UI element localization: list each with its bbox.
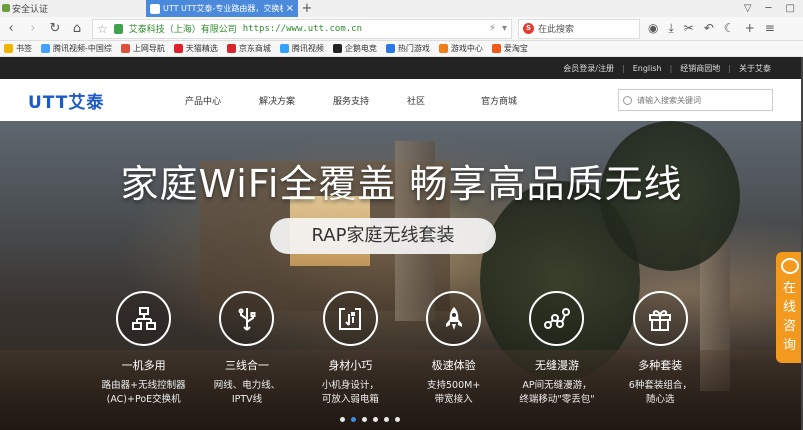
lock-icon — [2, 4, 10, 12]
game-icon[interactable]: ◉ — [648, 21, 658, 36]
penguin-esports-icon — [332, 44, 342, 53]
new-tab-button[interactable]: + — [298, 1, 316, 16]
small-device-icon — [322, 291, 378, 346]
feature-item: 多种套装 6种套装组合， 随心选 — [609, 291, 712, 407]
tab-active[interactable]: UTT UTT艾泰-专业路由器，交换机，防火 × — [146, 0, 298, 17]
bookmark-item[interactable]: 游戏中心 — [438, 43, 483, 54]
browser-title-bar: 安全认证 UTT UTT艾泰-专业路由器，交换机，防火 × + ▽ ─ □ — [0, 0, 803, 17]
bookmark-item[interactable]: 腾讯视频 — [279, 43, 324, 54]
forward-icon[interactable]: › — [22, 21, 44, 36]
tab-close-icon[interactable]: × — [286, 3, 294, 14]
site-search-input[interactable] — [637, 95, 757, 105]
roaming-icon — [529, 291, 585, 346]
feature-list: 一机多用 路由器+无线控制器 (AC)+PoE交换机 三线合一 网线、电力线、 IP… — [92, 291, 712, 407]
site-search-box[interactable] — [618, 89, 773, 111]
jd-icon — [226, 44, 236, 53]
security-indicator[interactable]: 安全认证 — [0, 2, 146, 15]
site-header: UTT艾泰 产品中心 解决方案 服务支持 社区 官方商城 — [0, 79, 803, 121]
dealer-link[interactable]: 经销商园地 — [680, 63, 720, 74]
carousel-dot[interactable] — [384, 417, 389, 422]
nav-store[interactable]: 官方商城 — [481, 94, 555, 107]
browser-nav-bar: ‹ › ↻ ⌂ ☆ 艾泰科技（上海）有限公司 https://www.utt.c… — [0, 17, 803, 41]
carousel-dot[interactable] — [395, 417, 400, 422]
login-link[interactable]: 会员登录/注册 — [563, 63, 614, 74]
bookmark-star-icon — [4, 44, 13, 53]
minimize-icon[interactable]: ─ — [766, 3, 772, 14]
download-icon[interactable]: ⤓ — [668, 21, 673, 36]
home-icon[interactable]: ⌂ — [66, 21, 88, 36]
main-nav: 产品中心 解决方案 服务支持 社区 官方商城 — [185, 94, 555, 107]
grid-icon — [116, 291, 172, 346]
bookmark-item[interactable]: 企鹅电竞 — [332, 43, 377, 54]
taobao-icon — [491, 44, 501, 53]
site-top-links: 会员登录/注册 | English | 经销商园地 | 关于艾泰 — [0, 57, 803, 79]
shield-icon — [113, 23, 123, 34]
carousel-dot[interactable] — [373, 417, 378, 422]
chat-bubble-icon — [780, 258, 799, 274]
about-link[interactable]: 关于艾泰 — [739, 63, 771, 74]
refresh-icon[interactable]: ↻ — [44, 21, 66, 36]
tmall-icon — [173, 44, 183, 53]
carousel-dot-active[interactable] — [351, 417, 356, 422]
back-icon[interactable]: ‹ — [0, 21, 22, 36]
rocket-icon — [426, 291, 482, 346]
favicon-icon — [150, 3, 160, 14]
carousel-dot[interactable] — [340, 417, 345, 422]
bookmarks-bar: 书签 腾讯视频-中国综 上网导航 天猫精选 京东商城 腾讯视频 企鹅电竞 热门游… — [0, 41, 803, 57]
feature-item: 身材小巧 小机身设计， 可放入弱电箱 — [299, 291, 402, 407]
night-mode-icon[interactable]: ☾ — [724, 21, 735, 36]
star-icon[interactable]: ☆ — [97, 22, 108, 36]
address-bar[interactable]: ☆ 艾泰科技（上海）有限公司 https://www.utt.com.cn ⚡ … — [92, 18, 512, 39]
window-menu-icon[interactable]: ▽ — [744, 3, 752, 14]
online-consult-button[interactable]: 在 线 咨 询 — [776, 252, 803, 363]
nav-solutions[interactable]: 解决方案 — [259, 94, 333, 107]
banner-cta-button[interactable]: RAP家庭无线套装 — [270, 218, 496, 254]
feature-item: 无缝漫游 AP间无缝漫游， 终端移动"零丢包" — [505, 291, 608, 407]
usb-icon — [219, 291, 275, 346]
feature-item: 一机多用 路由器+无线控制器 (AC)+PoE交换机 — [92, 291, 195, 407]
feature-item: 极速体验 支持500M+ 带宽接入 — [402, 291, 505, 407]
gift-icon — [632, 291, 688, 346]
bookmark-item[interactable]: 京东商城 — [226, 43, 271, 54]
navigation-icon — [120, 44, 130, 53]
lightning-icon[interactable]: ⚡ — [489, 23, 496, 34]
maximize-icon[interactable]: □ — [786, 3, 795, 14]
nav-community[interactable]: 社区 — [407, 94, 481, 107]
scissors-icon[interactable]: ✂ — [684, 21, 694, 36]
search-icon[interactable] — [623, 95, 632, 105]
bookmark-item[interactable]: 腾讯视频-中国综 — [41, 43, 112, 54]
carousel-dot[interactable] — [362, 417, 367, 422]
hero-banner[interactable]: 家庭WiFi全覆盖 畅享高品质无线 RAP家庭无线套装 一机多用 路由器+无线控… — [0, 121, 803, 430]
banner-headline: 家庭WiFi全覆盖 畅享高品质无线 — [120, 162, 683, 206]
bookmark-item[interactable]: 热门游戏 — [385, 43, 430, 54]
nav-products[interactable]: 产品中心 — [185, 94, 259, 107]
english-link[interactable]: English — [633, 64, 662, 73]
browser-search-box[interactable]: S 在此搜索 — [518, 18, 640, 39]
search-engine-icon[interactable]: S — [523, 23, 534, 34]
tencent-video-icon — [279, 44, 289, 53]
carousel-dots — [340, 417, 400, 422]
nav-support[interactable]: 服务支持 — [333, 94, 407, 107]
feature-item: 三线合一 网线、电力线、 IPTV线 — [195, 291, 298, 407]
dropdown-icon[interactable]: ▾ — [502, 23, 507, 34]
bookmark-item[interactable]: 书签 — [4, 43, 32, 54]
undo-icon[interactable]: ↶ — [704, 21, 714, 36]
bookmark-item[interactable]: 爱淘宝 — [491, 43, 528, 54]
bookmark-item[interactable]: 上网导航 — [120, 43, 165, 54]
add-icon[interactable]: + — [745, 21, 755, 36]
menu-icon[interactable]: ≡ — [765, 21, 775, 36]
tencent-video-icon — [41, 44, 50, 53]
bookmark-item[interactable]: 天猫精选 — [173, 43, 218, 54]
site-logo[interactable]: UTT艾泰 — [28, 88, 148, 113]
hot-games-icon — [385, 44, 395, 53]
game-center-icon — [438, 44, 448, 53]
